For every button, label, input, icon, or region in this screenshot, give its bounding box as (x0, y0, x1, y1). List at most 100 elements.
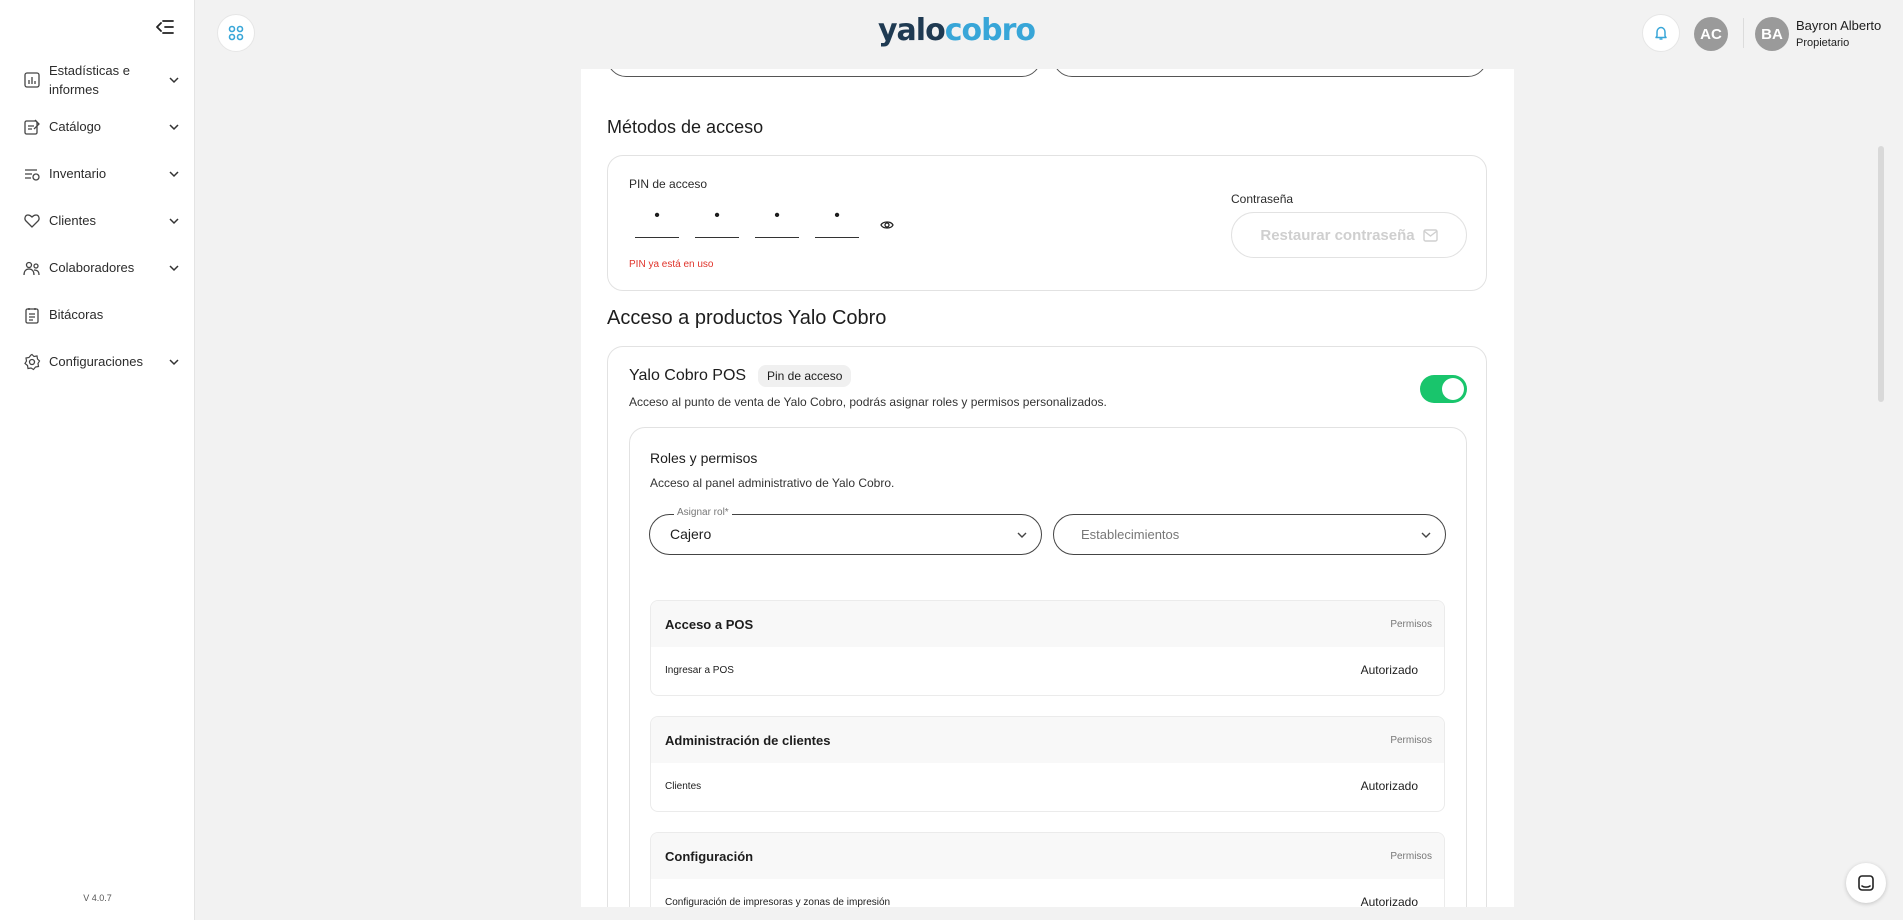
pin-digit-input[interactable]: • (755, 206, 799, 238)
permission-status: Autorizado (1360, 663, 1418, 677)
sidebar-nav: Estadísticas e informes Catálogo Inventa… (0, 56, 195, 385)
section-title-products: Acceso a productos Yalo Cobro (607, 307, 887, 329)
permission-title: Configuración (665, 849, 754, 864)
sidebar-item-inventario[interactable]: Inventario (0, 150, 195, 197)
sidebar-item-estadisticas[interactable]: Estadísticas e informes (0, 56, 195, 103)
permission-title: Administración de clientes (665, 733, 831, 748)
chevron-down-icon (169, 217, 179, 224)
permission-title: Acceso a POS (665, 617, 754, 632)
chat-button[interactable] (1846, 863, 1886, 903)
pin-digit-input[interactable]: • (695, 206, 739, 238)
pos-card: Yalo Cobro POS Pin de acceso Acceso al p… (607, 346, 1487, 907)
chat-icon (1858, 875, 1874, 891)
establishments-placeholder: Establecimientos (1081, 527, 1180, 542)
sidebar-item-label: Catálogo (49, 119, 102, 134)
catalog-icon (24, 119, 40, 135)
apps-grid-button[interactable] (217, 14, 255, 52)
permission-label: Permisos (1390, 735, 1432, 746)
role-select-label: Asignar rol* (674, 507, 732, 518)
chevron-down-icon (169, 264, 179, 271)
pin-label: PIN de acceso (629, 177, 708, 191)
sidebar: Estadísticas e informes Catálogo Inventa… (0, 0, 195, 920)
collapse-sidebar-icon[interactable] (153, 16, 177, 38)
permission-name: Clientes (665, 781, 702, 792)
form-field[interactable] (1053, 69, 1487, 77)
permission-name: Configuración de impresoras y zonas de i… (665, 897, 891, 907)
permission-label: Permisos (1390, 619, 1432, 630)
pin-error-message: PIN ya está en uso (629, 259, 714, 270)
notifications-button[interactable] (1642, 14, 1680, 52)
sidebar-item-label: Inventario (49, 166, 107, 181)
sidebar-item-label: Bitácoras (49, 307, 104, 322)
collaborators-icon (23, 261, 40, 275)
permission-block-configuration: Configuración Permisos Configuración de … (650, 832, 1445, 907)
chevron-down-icon (169, 76, 179, 83)
brand-logo: yalocobro (878, 13, 1036, 48)
sidebar-item-label: Estadísticas e informes (49, 62, 130, 97)
user-avatar[interactable]: BA (1755, 17, 1789, 51)
mail-send-icon (1422, 228, 1438, 242)
permission-block-pos: Acceso a POS Permisos Ingresar a POS Aut… (650, 600, 1445, 696)
logbook-icon (25, 307, 39, 324)
permission-label: Permisos (1390, 851, 1432, 862)
roles-title: Roles y permisos (650, 450, 758, 466)
sidebar-item-label: Colaboradores (49, 260, 135, 275)
permission-header: Acceso a POS Permisos (651, 601, 1444, 647)
sidebar-item-label: Configuraciones (49, 354, 143, 369)
sidebar-item-bitacoras[interactable]: Bitácoras (0, 291, 195, 338)
form-field[interactable] (607, 69, 1041, 77)
permission-block-clients: Administración de clientes Permisos Clie… (650, 716, 1445, 812)
permission-row: Configuración de impresoras y zonas de i… (651, 879, 1444, 907)
app-version: V 4.0.7 (83, 893, 112, 903)
permission-name: Ingresar a POS (665, 665, 734, 676)
clients-icon (24, 213, 40, 228)
pin-digit-input[interactable]: • (815, 206, 859, 238)
permission-header: Administración de clientes Permisos (651, 717, 1444, 763)
permission-status: Autorizado (1360, 779, 1418, 793)
chevron-down-icon (1421, 532, 1431, 538)
sidebar-item-colaboradores[interactable]: Colaboradores (0, 244, 195, 291)
password-label: Contraseña (1231, 192, 1294, 206)
roles-card: Roles y permisos Acceso al panel adminis… (629, 427, 1467, 907)
settings-icon (24, 353, 41, 370)
permission-row: Ingresar a POS Autorizado (651, 647, 1444, 695)
restore-password-label: Restaurar contraseña (1260, 226, 1415, 244)
logo-part: cobro (944, 13, 1036, 48)
chevron-down-icon (169, 358, 179, 365)
chevron-down-icon (169, 123, 179, 130)
pos-title: Yalo Cobro POS (629, 367, 747, 384)
permission-header: Configuración Permisos (651, 833, 1444, 879)
toggle-knob (1442, 378, 1464, 400)
restore-password-button[interactable]: Restaurar contraseña (1231, 212, 1467, 258)
permission-row: Clientes Autorizado (651, 763, 1444, 811)
sidebar-item-catalogo[interactable]: Catálogo (0, 103, 195, 150)
pin-access-badge: Pin de acceso (758, 365, 852, 387)
chart-icon (24, 71, 40, 88)
role-select[interactable]: Asignar rol* Cajero (649, 507, 1042, 555)
establishments-select[interactable]: Establecimientos (1053, 514, 1446, 555)
role-select-value: Cajero (670, 526, 712, 542)
scrollbar[interactable] (1878, 146, 1884, 402)
avatar[interactable]: AC (1694, 17, 1728, 51)
section-title-access-methods: Métodos de acceso (607, 117, 764, 137)
pos-access-toggle[interactable] (1420, 375, 1467, 403)
access-methods-card: PIN de acceso • • • • PIN ya está en uso… (607, 155, 1487, 291)
bell-icon (1655, 26, 1667, 40)
apps-grid-icon (228, 25, 244, 41)
pos-description: Acceso al punto de venta de Yalo Cobro, … (629, 395, 1107, 409)
sidebar-item-configuraciones[interactable]: Configuraciones (0, 338, 195, 385)
eye-icon[interactable] (880, 219, 894, 231)
header-divider (1743, 18, 1744, 48)
chevron-down-icon (1017, 532, 1027, 538)
user-name[interactable]: Bayron Alberto (1796, 18, 1881, 33)
user-role: Propietario (1796, 37, 1850, 49)
sidebar-item-label: Clientes (49, 213, 96, 228)
chevron-down-icon (169, 170, 179, 177)
sidebar-item-clientes[interactable]: Clientes (0, 197, 195, 244)
pin-digit-input[interactable]: • (635, 206, 679, 238)
permission-status: Autorizado (1360, 895, 1418, 907)
roles-description: Acceso al panel administrativo de Yalo C… (650, 476, 895, 490)
inventory-icon (25, 168, 40, 181)
logo-part: yalo (878, 13, 946, 48)
main-panel: Métodos de acceso PIN de acceso • • • • … (581, 69, 1514, 907)
